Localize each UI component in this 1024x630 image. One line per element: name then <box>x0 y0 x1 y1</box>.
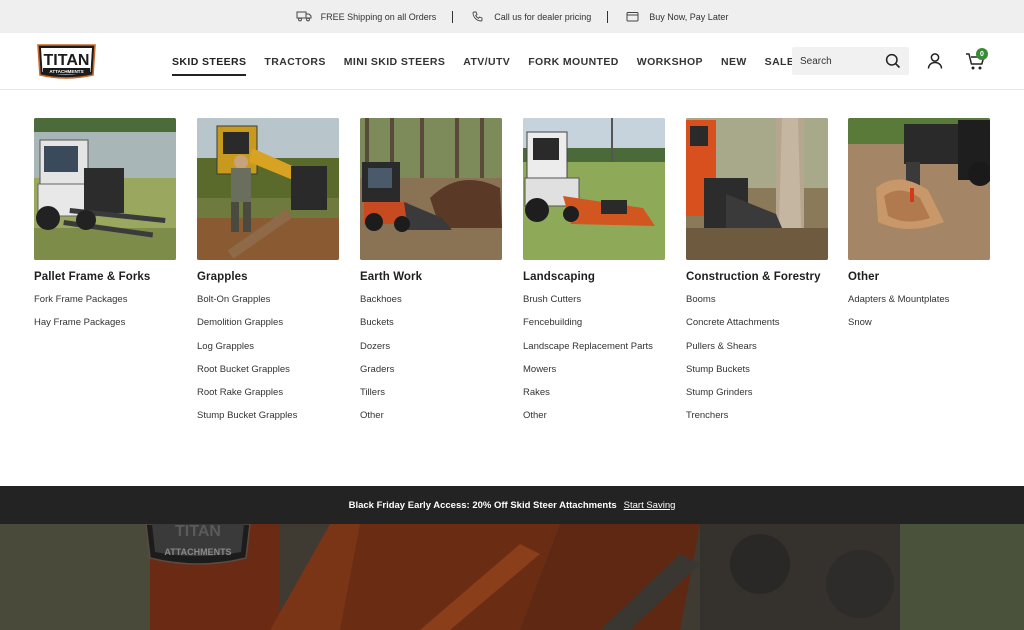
menu-link[interactable]: Landscape Replacement Parts <box>523 341 665 364</box>
menu-column-grapples: Grapples Bolt-On Grapples Demolition Gra… <box>197 118 339 434</box>
menu-link[interactable]: Backhoes <box>360 294 502 317</box>
logo-text-top: TITAN <box>44 52 90 69</box>
financing-notice[interactable]: Buy Now, Pay Later <box>614 11 738 23</box>
menu-column-earth-work: Earth Work Backhoes Buckets Dozers Grade… <box>360 118 502 434</box>
nav-fork-mounted[interactable]: FORK MOUNTED <box>528 50 619 74</box>
hero-logo-text-bottom: ATTACHMENTS <box>164 547 231 557</box>
menu-link[interactable]: Stump Bucket Grapples <box>197 410 339 433</box>
category-title[interactable]: Grapples <box>197 271 339 283</box>
menu-link[interactable]: Pullers & Shears <box>686 341 828 364</box>
category-title[interactable]: Pallet Frame & Forks <box>34 271 176 283</box>
menu-link[interactable]: Fencebuilding <box>523 317 665 340</box>
menu-column-pallet-forks: Pallet Frame & Forks Fork Frame Packages… <box>34 118 176 341</box>
menu-link[interactable]: Brush Cutters <box>523 294 665 317</box>
dealer-text: Call us for dealer pricing <box>494 11 592 22</box>
category-title[interactable]: Other <box>848 271 990 283</box>
utility-bar: FREE Shipping on all Orders Call us for … <box>0 0 1024 33</box>
menu-link[interactable]: Root Rake Grapples <box>197 387 339 410</box>
construction-forestry-image[interactable] <box>686 118 828 260</box>
cart-count-badge: 0 <box>976 48 988 60</box>
menu-link[interactable]: Hay Frame Packages <box>34 317 176 340</box>
landscaping-image[interactable] <box>523 118 665 260</box>
financing-text: Buy Now, Pay Later <box>649 11 729 22</box>
menu-link[interactable]: Rakes <box>523 387 665 410</box>
phone-icon <box>469 11 485 23</box>
category-links: Booms Concrete Attachments Pullers & She… <box>686 294 828 434</box>
menu-link[interactable]: Demolition Grapples <box>197 317 339 340</box>
wallet-icon <box>624 11 640 23</box>
nav-sale[interactable]: SALE <box>765 50 795 74</box>
divider <box>607 10 609 23</box>
category-title[interactable]: Construction & Forestry <box>686 271 828 283</box>
category-title[interactable]: Landscaping <box>523 271 665 283</box>
menu-link[interactable]: Snow <box>848 317 990 340</box>
dealer-notice[interactable]: Call us for dealer pricing <box>459 11 601 23</box>
menu-link[interactable]: Dozers <box>360 341 502 364</box>
account-icon[interactable] <box>926 52 944 70</box>
menu-column-other: Other Adapters & Mountplates Snow <box>848 118 990 341</box>
menu-link[interactable]: Mowers <box>523 364 665 387</box>
menu-column-construction-forestry: Construction & Forestry Booms Concrete A… <box>686 118 828 434</box>
menu-link[interactable]: Booms <box>686 294 828 317</box>
menu-column-landscaping: Landscaping Brush Cutters Fencebuilding … <box>523 118 665 434</box>
start-saving-link[interactable]: Start Saving <box>624 500 676 511</box>
category-links: Bolt-On Grapples Demolition Grapples Log… <box>197 294 339 434</box>
menu-link[interactable]: Stump Grinders <box>686 387 828 410</box>
category-links: Brush Cutters Fencebuilding Landscape Re… <box>523 294 665 434</box>
menu-link[interactable]: Adapters & Mountplates <box>848 294 990 317</box>
promo-text: Black Friday Early Access: 20% Off Skid … <box>348 499 617 511</box>
menu-link[interactable]: Other <box>523 410 665 433</box>
category-links: Adapters & Mountplates Snow <box>848 294 990 341</box>
earth-work-image[interactable] <box>360 118 502 260</box>
nav-skid-steers[interactable]: SKID STEERS <box>172 50 247 76</box>
nav-atv-utv[interactable]: ATV/UTV <box>463 50 510 74</box>
category-title[interactable]: Earth Work <box>360 271 502 283</box>
other-image[interactable] <box>848 118 990 260</box>
category-links: Backhoes Buckets Dozers Graders Tillers … <box>360 294 502 434</box>
menu-link[interactable]: Graders <box>360 364 502 387</box>
menu-link[interactable]: Concrete Attachments <box>686 317 828 340</box>
menu-link[interactable]: Stump Buckets <box>686 364 828 387</box>
category-links: Fork Frame Packages Hay Frame Packages <box>34 294 176 341</box>
truck-icon <box>296 11 312 23</box>
nav-workshop[interactable]: WORKSHOP <box>637 50 703 74</box>
menu-link[interactable]: Root Bucket Grapples <box>197 364 339 387</box>
hero-logo-text-top: TITAN <box>175 524 221 540</box>
shipping-text: FREE Shipping on all Orders <box>320 11 437 22</box>
nav-new[interactable]: NEW <box>721 50 747 74</box>
nav-mini-skid-steers[interactable]: MINI SKID STEERS <box>344 50 446 74</box>
titan-logo[interactable]: TITAN ATTACHMENTS <box>34 41 99 81</box>
menu-link[interactable]: Trenchers <box>686 410 828 433</box>
menu-link[interactable]: Fork Frame Packages <box>34 294 176 317</box>
menu-link[interactable]: Log Grapples <box>197 341 339 364</box>
menu-link[interactable]: Tillers <box>360 387 502 410</box>
search-icon[interactable] <box>885 53 901 69</box>
menu-link[interactable]: Other <box>360 410 502 433</box>
divider <box>452 10 454 23</box>
promo-banner: Black Friday Early Access: 20% Off Skid … <box>0 486 1024 524</box>
menu-link[interactable]: Buckets <box>360 317 502 340</box>
pallet-forks-image[interactable] <box>34 118 176 260</box>
mega-menu: Pallet Frame & Forks Fork Frame Packages… <box>0 91 1024 486</box>
main-nav: SKID STEERS TRACTORS MINI SKID STEERS AT… <box>172 33 812 90</box>
search-box <box>792 47 909 75</box>
hero-image: TITAN ATTACHMENTS <box>0 524 1024 630</box>
search-input[interactable] <box>800 55 880 67</box>
nav-tractors[interactable]: TRACTORS <box>264 50 325 74</box>
menu-link[interactable]: Bolt-On Grapples <box>197 294 339 317</box>
logo-text-bottom: ATTACHMENTS <box>49 69 83 74</box>
grapples-image[interactable] <box>197 118 339 260</box>
shipping-notice[interactable]: FREE Shipping on all Orders <box>286 11 447 23</box>
